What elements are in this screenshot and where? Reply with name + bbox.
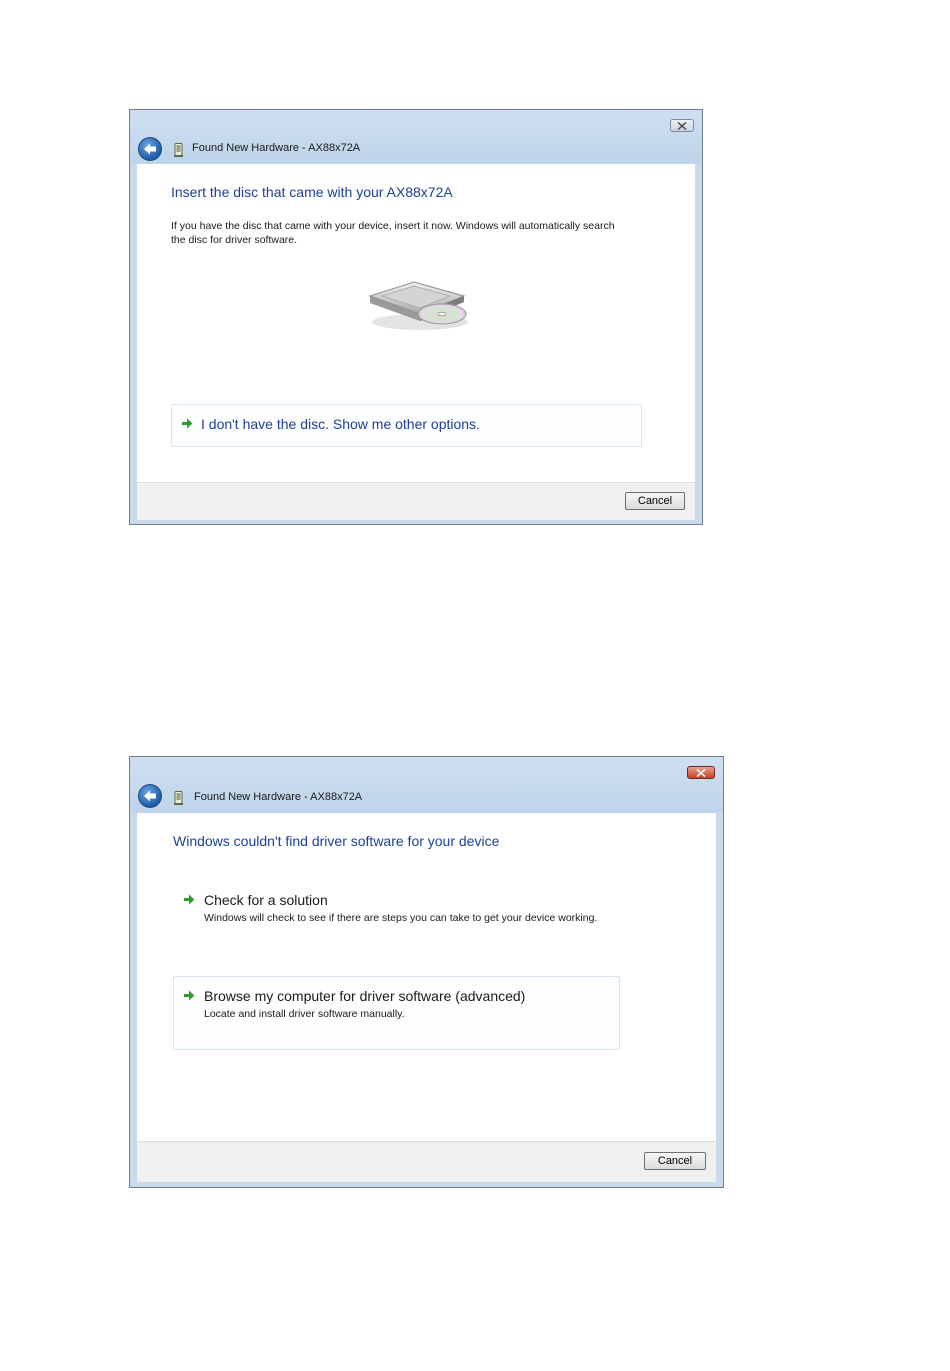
green-arrow-icon [182, 418, 193, 429]
cancel-button[interactable]: Cancel [644, 1152, 706, 1170]
check-solution-title: Check for a solution [204, 892, 328, 908]
check-solution-option[interactable]: Check for a solution Windows will check … [173, 883, 620, 947]
close-button[interactable] [687, 766, 715, 779]
hardware-device-icon [174, 143, 183, 157]
button-bar: Cancel [137, 482, 695, 520]
title-bar: Found New Hardware - AX88x72A [130, 110, 702, 164]
check-solution-description: Windows will check to see if there are s… [204, 912, 598, 924]
content-area: Insert the disc that came with your AX88… [137, 164, 695, 482]
page-heading: Insert the disc that came with your AX88… [171, 184, 453, 200]
browse-computer-option[interactable]: Browse my computer for driver software (… [173, 976, 620, 1050]
no-disc-option[interactable]: I don't have the disc. Show me other opt… [171, 404, 642, 447]
button-bar: Cancel [137, 1141, 716, 1182]
back-arrow-icon [144, 143, 156, 155]
instruction-text: If you have the disc that came with your… [171, 220, 615, 246]
close-icon [696, 768, 706, 777]
window-title: Found New Hardware - AX88x72A [194, 791, 363, 803]
cancel-button[interactable]: Cancel [625, 492, 685, 510]
no-disc-option-label: I don't have the disc. Show me other opt… [201, 416, 480, 432]
green-arrow-icon [184, 894, 195, 905]
disc-drive-icon [368, 281, 468, 330]
page-heading: Windows couldn't find driver software fo… [173, 833, 500, 849]
found-new-hardware-dialog-insert-disc: Found New Hardware - AX88x72A Insert the… [129, 109, 703, 525]
back-button[interactable] [138, 137, 162, 161]
green-arrow-icon [184, 990, 195, 1001]
hardware-device-icon [174, 791, 183, 805]
title-bar: Found New Hardware - AX88x72A [130, 757, 723, 813]
close-button[interactable] [670, 119, 694, 132]
back-button[interactable] [138, 784, 162, 808]
window-title: Found New Hardware - AX88x72A [192, 142, 361, 154]
close-icon [677, 121, 687, 130]
found-new-hardware-dialog-no-driver: Found New Hardware - AX88x72A Windows co… [129, 756, 724, 1188]
content-area: Windows couldn't find driver software fo… [137, 813, 716, 1141]
browse-computer-title: Browse my computer for driver software (… [204, 988, 526, 1004]
browse-computer-description: Locate and install driver software manua… [204, 1008, 405, 1020]
back-arrow-icon [144, 790, 156, 802]
